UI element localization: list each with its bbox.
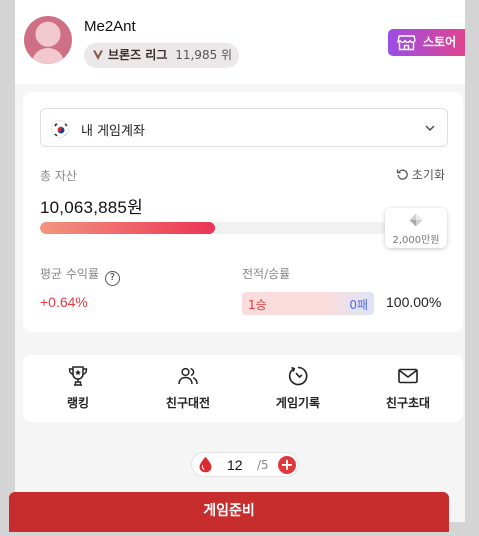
help-icon[interactable]: ? xyxy=(104,271,120,286)
menu-label: 친구대전 xyxy=(165,396,211,410)
menu-label: 게임기록 xyxy=(275,396,321,410)
game-ready-button[interactable]: 게임준비 xyxy=(9,492,449,532)
menu-label: 친구초대 xyxy=(385,396,431,410)
avg-return-label-text: 평균 수익률 xyxy=(40,267,100,281)
energy-count: 12 xyxy=(227,457,243,473)
goal-progress-bar xyxy=(40,222,405,234)
menu-friend-battle[interactable]: 친구대전 xyxy=(133,355,243,422)
nickname: Me2Ant xyxy=(84,18,136,35)
goal-chip: 2,000만원 xyxy=(385,208,447,248)
add-energy-button[interactable]: + xyxy=(278,456,296,474)
goal-amount: 2,000만원 xyxy=(392,235,440,246)
korea-flag-icon xyxy=(51,120,69,138)
goal-progress-fill xyxy=(40,222,216,234)
quick-menu: 랭킹 친구대전 게임기록 친구초대 xyxy=(23,355,463,422)
menu-game-history[interactable]: 게임기록 xyxy=(243,355,353,422)
win-loss-bar: 1승 0패 xyxy=(242,292,374,315)
trophy-icon xyxy=(68,366,88,386)
profile-header: Me2Ant 브론즈 리그 11,985 위 스토어 xyxy=(15,0,465,84)
friends-icon xyxy=(178,367,198,385)
energy-counter: 12 /5 + xyxy=(191,452,299,477)
reset-icon xyxy=(396,169,408,180)
avatar[interactable] xyxy=(24,16,72,64)
record-label: 전적/승률 xyxy=(242,267,291,281)
red-drop-icon xyxy=(199,456,212,473)
losses-count: 0패 xyxy=(349,298,368,312)
menu-label: 랭킹 xyxy=(66,396,90,410)
diamond-icon xyxy=(409,213,423,227)
menu-invite-friend[interactable]: 친구초대 xyxy=(353,355,463,422)
app-screen: Me2Ant 브론즈 리그 11,985 위 스토어 내 게임계좌 총 자산 초… xyxy=(15,0,465,522)
account-label: 내 게임계좌 xyxy=(81,124,145,139)
reset-label: 초기화 xyxy=(411,168,445,182)
avg-return-label: 평균 수익률 ? xyxy=(40,265,120,286)
reset-button[interactable]: 초기화 xyxy=(396,166,445,183)
menu-ranking[interactable]: 랭킹 xyxy=(23,355,133,422)
history-icon xyxy=(288,366,308,386)
mail-icon xyxy=(398,368,418,384)
total-assets-label: 총 자산 xyxy=(40,169,77,183)
league-badge[interactable]: 브론즈 리그 11,985 위 xyxy=(84,43,240,68)
assets-card: 내 게임계좌 총 자산 초기화 10,063,885원 2,000만원 평균 수… xyxy=(23,92,463,332)
total-assets-value: 10,063,885원 xyxy=(40,198,143,217)
win-rate: 100.00% xyxy=(386,294,442,310)
wins-count: 1승 xyxy=(248,298,267,312)
chevron-down-icon xyxy=(425,125,435,131)
bronze-league-icon xyxy=(93,50,103,60)
store-label: 스토어 xyxy=(423,35,457,49)
league-rank: 11,985 위 xyxy=(175,48,233,62)
energy-max: /5 xyxy=(257,458,269,472)
store-icon xyxy=(397,35,416,51)
store-button[interactable]: 스토어 xyxy=(388,29,465,56)
avg-return-value: +0.64% xyxy=(40,294,88,310)
account-select[interactable]: 내 게임계좌 xyxy=(40,108,448,147)
league-name: 브론즈 리그 xyxy=(108,48,168,62)
